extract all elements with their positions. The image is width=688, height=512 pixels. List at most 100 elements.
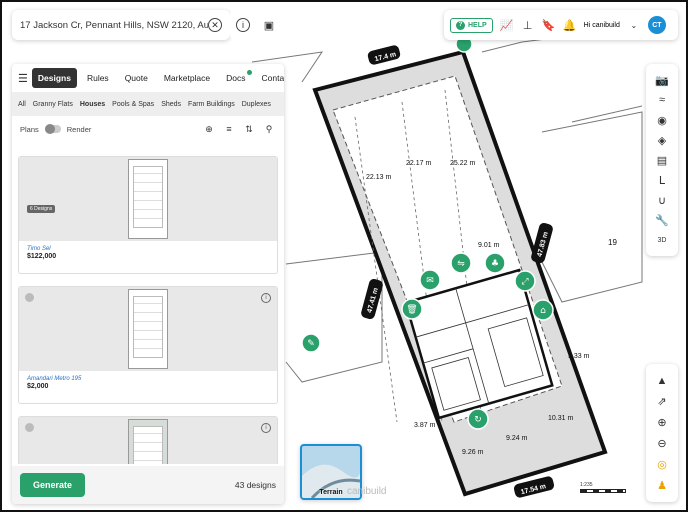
bell-icon[interactable]: 🔔	[563, 18, 577, 32]
scale-label: 1:235	[580, 482, 593, 488]
dim-d2: 22.17 m	[406, 160, 431, 167]
help-button[interactable]: ? HELP	[450, 17, 493, 33]
plans-label: Plans	[20, 124, 39, 134]
wrench-icon[interactable]: 🔧	[655, 213, 669, 227]
panel-footer: Generate 43 designs	[12, 466, 284, 504]
sign-icon[interactable]: ▤	[655, 153, 669, 167]
chevron-down-icon[interactable]: ⌄	[627, 18, 641, 32]
designs-panel: ☰ Designs Rules Quote Marketplace Docs C…	[12, 64, 284, 504]
svg-text:✉: ✉	[426, 276, 434, 286]
dim-d5: 5.33 m	[568, 353, 590, 360]
design-card[interactable]: i	[18, 416, 278, 464]
zoom-in-icon[interactable]: ⊕	[655, 416, 669, 430]
designs-count-badge: 6 Designs	[27, 205, 56, 213]
category-duplexes[interactable]: Duplexes	[242, 101, 271, 108]
clear-address-icon[interactable]: ✕	[208, 18, 222, 32]
design-thumbnail[interactable]: i	[19, 417, 277, 464]
tab-designs[interactable]: Designs	[31, 68, 77, 88]
view-options: Plans Render ⊕ ≡ ⇅ ⚲	[12, 116, 284, 142]
design-card[interactable]: 6 Designs Timo Sel $122,000	[18, 156, 278, 274]
lot-number: 19	[608, 238, 617, 247]
select-radio-icon[interactable]	[25, 423, 34, 432]
address-input[interactable]: 17 Jackson Cr, Pennant Hills, NSW 2120, …	[20, 20, 208, 31]
svg-text:↻: ↻	[474, 415, 482, 425]
magnet-icon[interactable]: ∪	[655, 193, 669, 207]
design-price: $2,000	[27, 383, 49, 390]
info-icon[interactable]: i	[261, 293, 271, 303]
compare-icon[interactable]: ⊕	[202, 122, 216, 136]
stamp-icon[interactable]: ⊥	[521, 18, 535, 32]
chart-icon[interactable]: 📈	[500, 18, 514, 32]
plans-render-toggle[interactable]	[44, 124, 61, 134]
boot-icon[interactable]: ᒪ	[655, 173, 669, 187]
tab-marketplace[interactable]: Marketplace	[158, 68, 216, 88]
designs-count: 43 designs	[234, 480, 276, 490]
eye-icon[interactable]: ◉	[655, 113, 669, 127]
dim-d3: 25.22 m	[450, 160, 475, 167]
top-bar: ? HELP 📈 ⊥ 🔖 🔔 Hi canibuild ⌄ CT	[444, 10, 678, 40]
avatar[interactable]: CT	[647, 16, 666, 34]
3d-icon[interactable]: 3D	[655, 233, 669, 247]
tab-rules[interactable]: Rules	[81, 68, 115, 88]
svg-text:✎: ✎	[307, 339, 315, 349]
svg-text:⌂: ⌂	[540, 306, 546, 316]
zoom-out-icon[interactable]: ⊖	[655, 437, 669, 451]
info-icon[interactable]: i	[236, 18, 250, 32]
map-nav-toolbar: ▲ ⇗ ⊕ ⊖ ◎ ♟	[646, 364, 678, 502]
category-houses[interactable]: Houses	[80, 101, 105, 108]
design-list: 6 Designs Timo Sel $122,000 i Amandari M…	[18, 156, 278, 464]
design-thumbnail[interactable]: 6 Designs	[19, 157, 277, 241]
select-radio-icon[interactable]	[25, 293, 34, 302]
category-sheds[interactable]: Sheds	[161, 101, 181, 108]
address-search[interactable]: 17 Jackson Cr, Pennant Hills, NSW 2120, …	[12, 10, 230, 40]
svg-text:⇋: ⇋	[457, 259, 465, 269]
waves-icon[interactable]: ≈	[655, 93, 669, 107]
scale-bar	[580, 489, 626, 493]
dim-d8: 9.26 m	[462, 449, 484, 456]
brand-watermark: canibuild	[347, 486, 387, 497]
address-tools: i ▣	[230, 10, 282, 40]
bookmark-icon[interactable]: 🔖	[542, 18, 556, 32]
tab-docs[interactable]: Docs	[220, 68, 252, 88]
filter-icon[interactable]: ≡	[222, 122, 236, 136]
design-price: $122,000	[27, 253, 57, 260]
category-farm-buildings[interactable]: Farm Buildings	[188, 101, 235, 108]
street-view-icon[interactable]: ♟	[655, 479, 669, 493]
generate-button[interactable]: Generate	[20, 473, 86, 497]
location-icon[interactable]: ◎	[655, 458, 669, 472]
camera-icon[interactable]: 📷	[655, 73, 669, 87]
menu-icon[interactable]: ☰	[18, 71, 28, 85]
dim-d4: 9.01 m	[478, 242, 500, 249]
dim-d6: 10.31 m	[548, 415, 573, 422]
category-all[interactable]: All	[18, 101, 26, 108]
sort-icon[interactable]: ⇅	[242, 122, 256, 136]
layers-icon[interactable]: ◈	[655, 133, 669, 147]
tab-contact[interactable]: Contact	[256, 68, 284, 88]
basket-icon[interactable]: ▣	[262, 18, 276, 32]
search-icon[interactable]: ⚲	[262, 122, 276, 136]
category-filter: All Granny Flats Houses Pools & Spas She…	[12, 92, 284, 116]
info-icon[interactable]: i	[261, 423, 271, 433]
render-label: Render	[66, 124, 92, 134]
design-name: Timo Sel	[27, 246, 51, 252]
svg-text:♣: ♣	[491, 259, 499, 269]
panel-tabs: ☰ Designs Rules Quote Marketplace Docs C…	[12, 64, 284, 92]
svg-text:⤢: ⤢	[520, 277, 528, 287]
dim-d7: 9.24 m	[506, 435, 528, 442]
north-arrow-icon[interactable]: ▲	[655, 374, 669, 388]
help-label: HELP	[468, 21, 487, 29]
notification-dot	[246, 70, 252, 75]
dim-d1: 22.13 m	[366, 174, 391, 181]
category-granny-flats[interactable]: Granny Flats	[33, 101, 73, 108]
design-card[interactable]: i Amandari Metro 195 $2,000	[18, 286, 278, 404]
svg-text:🗑: 🗑	[406, 304, 417, 315]
design-thumbnail[interactable]: i	[19, 287, 277, 371]
category-pools-spas[interactable]: Pools & Spas	[112, 101, 154, 108]
floor-plan-image	[128, 419, 168, 464]
design-name: Amandari Metro 195	[27, 376, 82, 382]
question-icon: ?	[456, 20, 465, 30]
floor-plan-image	[128, 289, 168, 369]
external-link-icon[interactable]: ⇗	[655, 395, 669, 409]
tab-quote[interactable]: Quote	[119, 68, 154, 88]
greeting[interactable]: Hi canibuild	[584, 22, 620, 29]
